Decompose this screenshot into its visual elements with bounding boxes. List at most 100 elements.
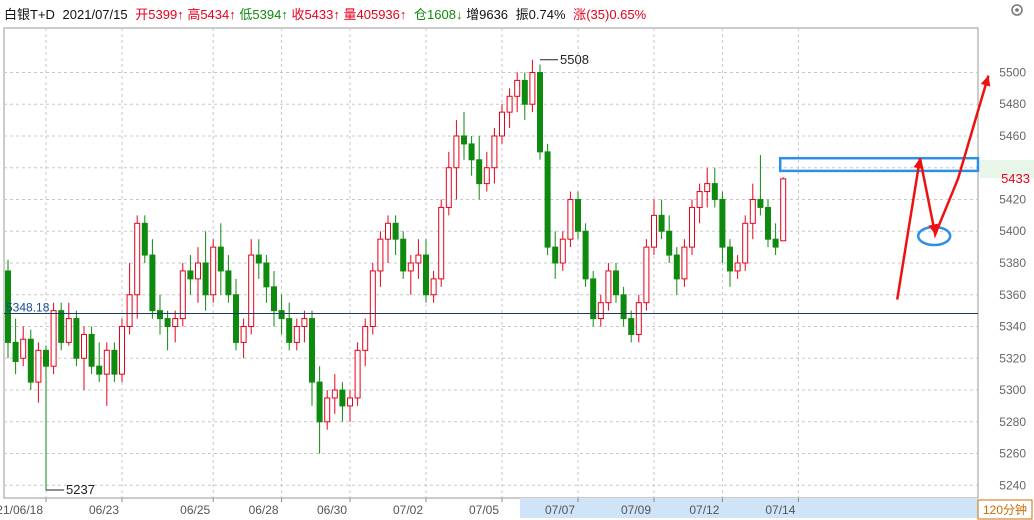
x-tick-label: 06/25 [180, 503, 210, 517]
candle-up [681, 246, 688, 280]
candle-up [483, 167, 490, 185]
candle-up [126, 294, 133, 328]
candle-down [187, 270, 194, 280]
candle-up [65, 318, 72, 343]
candle-up [35, 349, 42, 383]
candle-up [324, 397, 331, 423]
candle-up [172, 318, 179, 328]
candle-down [12, 341, 19, 362]
x-tick-label: 07/05 [469, 503, 499, 517]
candle-down [537, 71, 543, 153]
candle-up [415, 254, 422, 264]
candle-down [217, 246, 224, 272]
candle-up [780, 178, 787, 242]
candle-up [567, 198, 574, 240]
quote-header: 白银T+D 2021/07/15 开5399↑ 高5434↑ 低5394↑ 收5… [4, 7, 647, 22]
y-tick-label: 5380 [999, 256, 1026, 270]
candle-up [704, 183, 711, 193]
candle-up [362, 326, 369, 351]
candle-down [423, 254, 429, 296]
candle-down [202, 262, 209, 296]
candle-up [20, 338, 27, 359]
chart-canvas[interactable]: 5348.18 5508 5237 5240 5260 5280 5300 5320 534… [0, 0, 1034, 520]
candle-up [407, 262, 414, 272]
y-tick-label: 5300 [999, 383, 1026, 397]
candle-down [339, 389, 346, 407]
x-tick-label: 07/12 [689, 503, 719, 517]
x-tick-label: 06/28 [249, 503, 279, 517]
candle-up [696, 191, 703, 208]
y-tick-label: 5280 [999, 415, 1026, 429]
candle-up [50, 310, 57, 367]
candle-down [461, 135, 467, 145]
annotation-label: 5237 [66, 482, 95, 497]
y-tick-label: 5500 [999, 65, 1026, 79]
candle-up [499, 111, 505, 137]
candle-down [727, 246, 733, 272]
candle-down [316, 381, 323, 423]
candle-down [392, 222, 399, 240]
candle-down [582, 230, 589, 280]
candle-down [468, 143, 475, 161]
candle-up [81, 333, 87, 359]
candle-up [643, 246, 650, 304]
candle-up [331, 389, 338, 399]
candle-down [476, 159, 483, 185]
period-label[interactable]: 120分钟 [983, 502, 1027, 517]
candle-up [506, 95, 513, 113]
candle-down [772, 238, 779, 248]
y-tick-label: 5320 [999, 351, 1026, 365]
candle-up [347, 397, 353, 407]
candle-down [613, 270, 619, 296]
kline-chart[interactable]: 5348.18 5508 5237 5240 5260 5280 5300 5320 534… [0, 0, 1034, 520]
candle-up [689, 206, 695, 248]
candle-up [749, 198, 756, 224]
candle-up [742, 222, 749, 264]
candle-down [27, 338, 34, 383]
candle-down [309, 318, 315, 383]
y-tick-label: 5400 [999, 224, 1026, 238]
candle-down [666, 230, 673, 256]
candle-up [103, 349, 110, 375]
candle-down [96, 365, 103, 375]
candle-down [673, 254, 680, 280]
candle-down [620, 294, 627, 320]
candle-down [43, 349, 49, 367]
time-axis-highlight [520, 498, 978, 518]
candle-up [385, 222, 391, 240]
y-tick-label: 5360 [999, 288, 1026, 302]
x-tick-label: 2021/06/18 [0, 503, 43, 517]
annotation-label: 5508 [560, 52, 589, 67]
candle-up [491, 135, 498, 169]
quote-date: 2021/07/15 [63, 7, 128, 22]
y-tick-label: 5260 [999, 447, 1026, 461]
candle-up [445, 167, 452, 208]
y-tick-label: 5340 [999, 320, 1026, 334]
candle-up [134, 222, 141, 296]
candle-up [377, 238, 384, 272]
x-tick-label: 06/30 [317, 503, 347, 517]
y-tick-label: 5460 [999, 129, 1026, 143]
candle-up [119, 326, 125, 375]
candle-down [73, 318, 80, 359]
candle-down [111, 349, 118, 375]
candle-down [233, 294, 239, 343]
candle-down [164, 318, 171, 328]
candle-up [559, 238, 566, 264]
candle-up [529, 71, 536, 105]
candle-down [255, 254, 262, 264]
candle-down [225, 270, 232, 296]
candle-down [757, 198, 764, 208]
last-price-label: 5433 [1001, 171, 1030, 186]
candle-down [719, 198, 726, 248]
candle-down [628, 318, 635, 335]
candle-down [658, 214, 665, 232]
candle-up [293, 326, 300, 343]
y-tick-label: 5420 [999, 192, 1026, 206]
candle-down [521, 79, 528, 105]
x-tick-label: 07/09 [621, 503, 651, 517]
settings-icon[interactable] [1011, 4, 1023, 16]
x-tick-label: 07/02 [393, 503, 423, 517]
candle-down [765, 206, 771, 240]
price-axis: 5240 5260 5280 5300 5320 5340 5360 5380 5400 5420… [999, 65, 1026, 492]
